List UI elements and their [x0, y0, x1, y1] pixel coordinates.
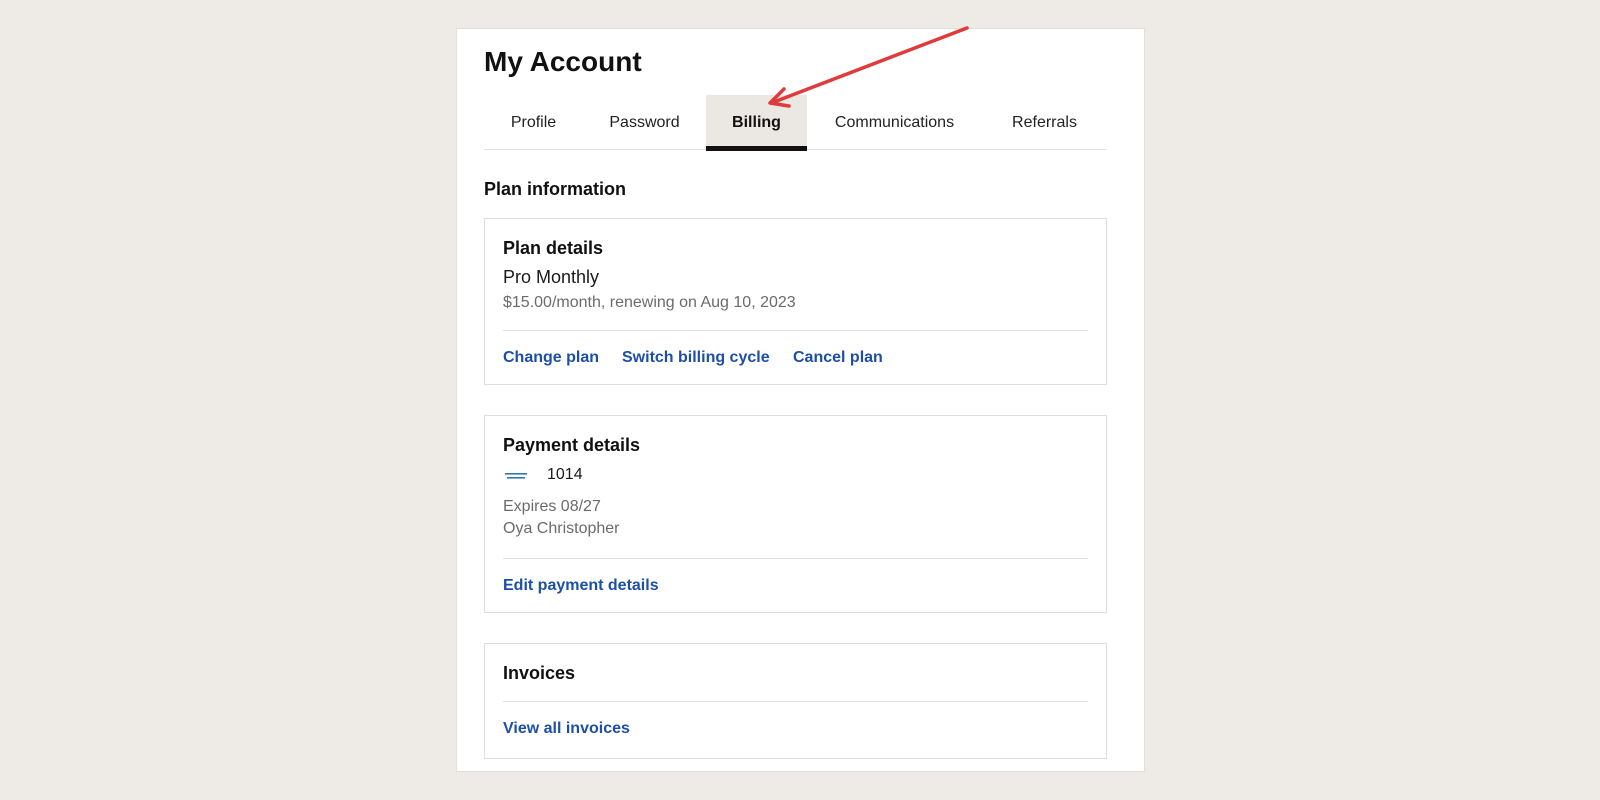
tab-password[interactable]: Password [583, 95, 706, 150]
payment-divider [503, 558, 1088, 559]
account-tabs: Profile Password Billing Communications … [484, 95, 1107, 151]
edit-payment-details-link[interactable]: Edit payment details [503, 577, 659, 595]
tab-billing[interactable]: Billing [706, 95, 807, 151]
card-expiry: Expires 08/27 [503, 498, 601, 515]
plan-information-heading: Plan information [484, 179, 627, 199]
card-last4: 1014 [547, 466, 583, 483]
cancel-plan-link[interactable]: Cancel plan [793, 349, 883, 367]
plan-name: Pro Monthly [503, 267, 600, 287]
cardholder-name: Oya Christopher [503, 520, 620, 537]
tab-profile[interactable]: Profile [484, 95, 583, 150]
tab-referrals[interactable]: Referrals [982, 95, 1107, 150]
invoices-card: Invoices View all invoices [484, 643, 1107, 759]
tab-communications[interactable]: Communications [807, 95, 982, 150]
plan-details-title: Plan details [503, 238, 604, 258]
account-panel: My Account Profile Password Billing Comm… [456, 28, 1145, 772]
payment-details-card: Payment details 1014 Expires 08/27 Oya C… [484, 415, 1107, 613]
plan-price-renewal: $15.00/month, renewing on Aug 10, 2023 [503, 294, 796, 311]
invoices-title: Invoices [503, 663, 576, 683]
invoices-divider [503, 701, 1088, 702]
switch-billing-cycle-link[interactable]: Switch billing cycle [622, 349, 770, 367]
plan-divider [503, 330, 1088, 331]
page-title: My Account [484, 46, 642, 77]
view-all-invoices-link[interactable]: View all invoices [503, 720, 630, 738]
plan-details-card: Plan details Pro Monthly $15.00/month, r… [484, 218, 1107, 385]
payment-details-title: Payment details [503, 435, 641, 455]
amex-card-icon [503, 468, 529, 484]
change-plan-link[interactable]: Change plan [503, 349, 599, 367]
